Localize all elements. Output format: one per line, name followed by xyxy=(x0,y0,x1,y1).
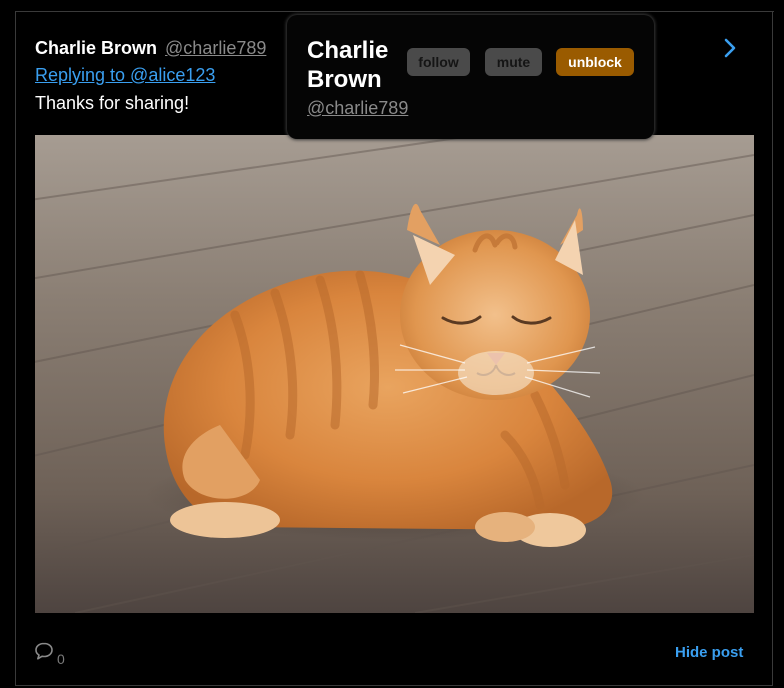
popover-user-name[interactable]: Charlie Brown xyxy=(307,36,407,94)
chevron-right-icon[interactable] xyxy=(720,37,740,59)
comment-button[interactable]: 0 xyxy=(34,641,65,666)
unblock-button[interactable]: unblock xyxy=(556,48,634,76)
user-popover: Charlie Brown follow mute unblock @charl… xyxy=(287,15,654,139)
post-text: Thanks for sharing! xyxy=(35,93,190,113)
page: Charlie Brown @charlie789 Replying to @al… xyxy=(0,0,784,688)
post-image[interactable] xyxy=(35,135,754,613)
reply-link[interactable]: Replying to @alice123 xyxy=(35,65,215,86)
follow-button[interactable]: follow xyxy=(407,48,470,76)
comment-bubble-icon[interactable] xyxy=(34,641,54,666)
author-name[interactable]: Charlie Brown xyxy=(35,38,157,58)
post-header: Charlie Brown @charlie789 xyxy=(35,38,266,59)
popover-user-handle[interactable]: @charlie789 xyxy=(307,98,408,119)
comment-count: 0 xyxy=(57,651,65,667)
author-handle[interactable]: @charlie789 xyxy=(165,38,266,58)
mute-button[interactable]: mute xyxy=(485,48,542,76)
hide-post-button[interactable]: Hide post xyxy=(675,644,743,661)
